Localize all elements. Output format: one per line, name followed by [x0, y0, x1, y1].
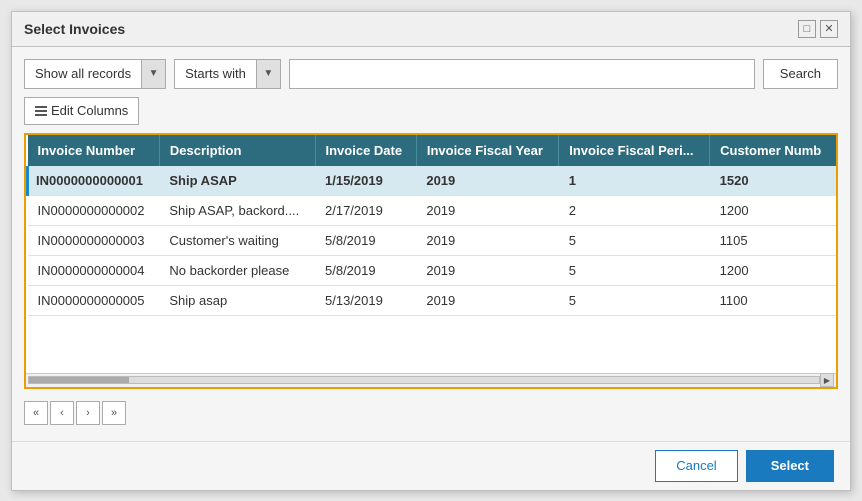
select-button[interactable]: Select — [746, 450, 834, 482]
dialog-footer: Cancel Select — [12, 441, 850, 490]
cell-row1-col2: 2/17/2019 — [315, 195, 416, 225]
starts-with-arrow-icon: ▼ — [256, 60, 280, 88]
col-fiscal-year: Invoice Fiscal Year — [416, 135, 558, 166]
col-invoice-date: Invoice Date — [315, 135, 416, 166]
cell-row0-col0: IN0000000000001 — [28, 166, 160, 196]
cell-row4-col4: 5 — [559, 285, 710, 315]
edit-columns-label: Edit Columns — [51, 103, 128, 118]
table-row[interactable]: IN0000000000003Customer's waiting5/8/201… — [28, 225, 837, 255]
cell-row0-col1: Ship ASAP — [159, 166, 315, 196]
cell-row0-col2: 1/15/2019 — [315, 166, 416, 196]
cell-row1-col0: IN0000000000002 — [28, 195, 160, 225]
header-row: Invoice Number Description Invoice Date … — [28, 135, 837, 166]
starts-with-dropdown[interactable]: Starts with ▼ — [174, 59, 281, 89]
dialog-titlebar: Select Invoices □ ✕ — [12, 12, 850, 47]
cell-row3-col1: No backorder please — [159, 255, 315, 285]
toolbar-row: Show all records ▼ Starts with ▼ Search — [24, 59, 838, 89]
show-filter-label: Show all records — [25, 66, 141, 81]
cell-row3-col3: 2019 — [416, 255, 558, 285]
cell-row1-col3: 2019 — [416, 195, 558, 225]
invoices-table: Invoice Number Description Invoice Date … — [26, 135, 836, 316]
table-wrapper[interactable]: Invoice Number Description Invoice Date … — [26, 135, 836, 373]
table-row[interactable]: IN0000000000002Ship ASAP, backord....2/1… — [28, 195, 837, 225]
close-button[interactable]: ✕ — [820, 20, 838, 38]
cell-row3-col0: IN0000000000004 — [28, 255, 160, 285]
h-scrollbar-thumb — [29, 377, 129, 383]
cell-row4-col5: 1100 — [710, 285, 836, 315]
cell-row1-col1: Ship ASAP, backord.... — [159, 195, 315, 225]
cell-row3-col5: 1200 — [710, 255, 836, 285]
edit-columns-icon — [35, 106, 47, 116]
edit-columns-button[interactable]: Edit Columns — [24, 97, 139, 125]
table-row[interactable]: IN0000000000001Ship ASAP1/15/20192019115… — [28, 166, 837, 196]
select-invoices-dialog: Select Invoices □ ✕ Show all records ▼ S… — [11, 11, 851, 491]
col-customer-number: Customer Numb — [710, 135, 836, 166]
cell-row2-col3: 2019 — [416, 225, 558, 255]
titlebar-controls: □ ✕ — [798, 20, 838, 38]
table-row[interactable]: IN0000000000004No backorder please5/8/20… — [28, 255, 837, 285]
cell-row0-col4: 1 — [559, 166, 710, 196]
right-arrow-icon: ▶ — [821, 374, 833, 386]
horizontal-scrollbar[interactable]: ▶ — [26, 373, 836, 387]
col-invoice-number: Invoice Number — [28, 135, 160, 166]
table-row[interactable]: IN0000000000005Ship asap5/13/20192019511… — [28, 285, 837, 315]
maximize-button[interactable]: □ — [798, 20, 816, 38]
cell-row2-col5: 1105 — [710, 225, 836, 255]
cell-row3-col2: 5/8/2019 — [315, 255, 416, 285]
cancel-button[interactable]: Cancel — [655, 450, 737, 482]
cell-row2-col4: 5 — [559, 225, 710, 255]
cell-row4-col3: 2019 — [416, 285, 558, 315]
table-header: Invoice Number Description Invoice Date … — [28, 135, 837, 166]
table-body: IN0000000000001Ship ASAP1/15/20192019115… — [28, 166, 837, 316]
cell-row2-col1: Customer's waiting — [159, 225, 315, 255]
pagination-row: « ‹ › » — [24, 397, 838, 429]
cell-row0-col3: 2019 — [416, 166, 558, 196]
prev-page-button[interactable]: ‹ — [50, 401, 74, 425]
cell-row4-col2: 5/13/2019 — [315, 285, 416, 315]
search-button[interactable]: Search — [763, 59, 838, 89]
h-scrollbar-track — [28, 376, 820, 384]
last-page-button[interactable]: » — [102, 401, 126, 425]
cell-row0-col5: 1520 — [710, 166, 836, 196]
dialog-title: Select Invoices — [24, 21, 125, 37]
first-page-button[interactable]: « — [24, 401, 48, 425]
cell-row4-col1: Ship asap — [159, 285, 315, 315]
col-description: Description — [159, 135, 315, 166]
cell-row4-col0: IN0000000000005 — [28, 285, 160, 315]
starts-with-label: Starts with — [175, 66, 256, 81]
cell-row2-col0: IN0000000000003 — [28, 225, 160, 255]
show-filter-dropdown[interactable]: Show all records ▼ — [24, 59, 166, 89]
cell-row1-col5: 1200 — [710, 195, 836, 225]
dialog-body: Show all records ▼ Starts with ▼ Search … — [12, 47, 850, 441]
col-fiscal-period: Invoice Fiscal Peri... — [559, 135, 710, 166]
search-input[interactable] — [289, 59, 755, 89]
cell-row1-col4: 2 — [559, 195, 710, 225]
show-filter-arrow-icon: ▼ — [141, 60, 165, 88]
next-page-button[interactable]: › — [76, 401, 100, 425]
edit-columns-row: Edit Columns — [24, 97, 838, 125]
table-container: Invoice Number Description Invoice Date … — [24, 133, 838, 389]
cell-row3-col4: 5 — [559, 255, 710, 285]
h-scrollbar-right-btn[interactable]: ▶ — [820, 373, 834, 387]
cell-row2-col2: 5/8/2019 — [315, 225, 416, 255]
